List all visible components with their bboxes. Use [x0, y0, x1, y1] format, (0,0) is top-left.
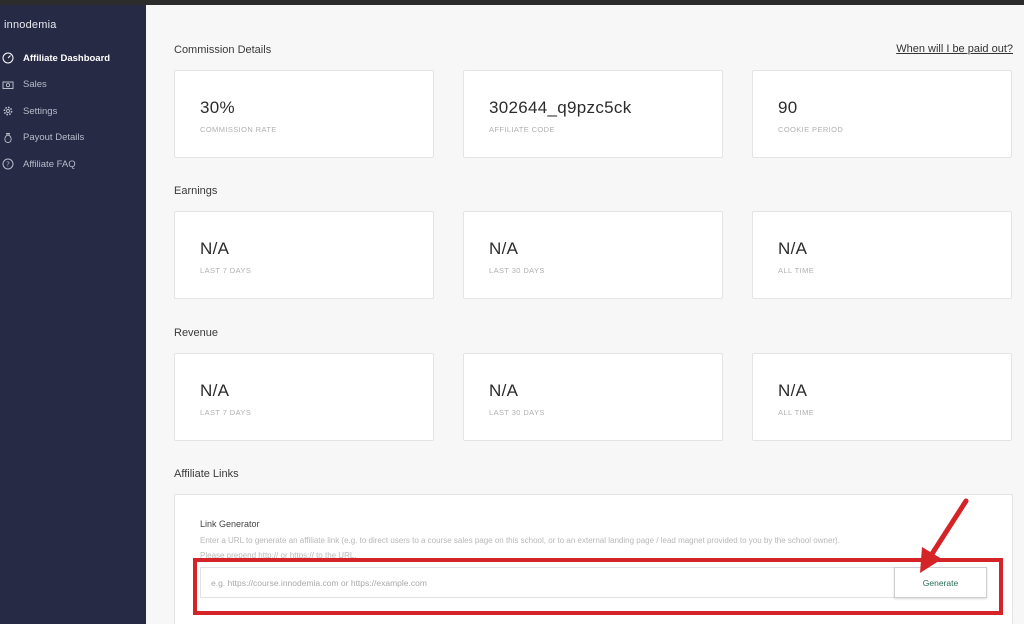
earnings-7-days-label: LAST 7 DAYS — [200, 266, 252, 275]
sidebar-item-label: Sales — [23, 79, 47, 91]
school-brand[interactable]: innodemia — [4, 19, 57, 31]
affiliate-code-card: 302644_q9pzc5ck AFFILIATE CODE — [463, 70, 723, 158]
earnings-all-time-label: ALL TIME — [778, 266, 815, 275]
revenue-30-days-value: N/A — [489, 381, 519, 400]
cookie-period-value: 90 — [778, 98, 798, 117]
earnings-30-days-card: N/A LAST 30 DAYS — [463, 211, 723, 299]
sidebar-nav: Affiliate Dashboard Sales Settings Payou… — [0, 45, 146, 178]
payout-timing-link[interactable]: When will I be paid out? — [896, 43, 1013, 55]
sidebar-item-settings[interactable]: Settings — [0, 98, 146, 125]
affiliate-code-label: AFFILIATE CODE — [489, 125, 555, 134]
sidebar: innodemia Affiliate Dashboard Sales Sett… — [0, 5, 146, 624]
earnings-all-time-card: N/A ALL TIME — [752, 211, 1012, 299]
revenue-heading: Revenue — [174, 327, 219, 339]
sidebar-item-payout-details[interactable]: Payout Details — [0, 125, 146, 152]
sidebar-item-affiliate-dashboard[interactable]: Affiliate Dashboard — [0, 45, 146, 72]
cookie-period-label: COOKIE PERIOD — [778, 125, 844, 134]
earnings-all-time-value: N/A — [778, 239, 808, 258]
sales-icon — [1, 78, 15, 92]
affiliate-url-input[interactable] — [200, 567, 896, 598]
svg-text:?: ? — [6, 161, 10, 169]
red-arrow-annotation — [920, 498, 969, 573]
money-bag-icon — [1, 131, 15, 145]
revenue-7-days-label: LAST 7 DAYS — [200, 408, 252, 417]
revenue-7-days-card: N/A LAST 7 DAYS — [174, 353, 434, 441]
earnings-heading: Earnings — [174, 185, 218, 197]
sidebar-item-sales[interactable]: Sales — [0, 72, 146, 99]
commission-rate-value: 30% — [200, 98, 235, 117]
affiliate-code-value: 302644_q9pzc5ck — [489, 98, 632, 117]
revenue-all-time-card: N/A ALL TIME — [752, 353, 1012, 441]
earnings-7-days-value: N/A — [200, 239, 230, 258]
commission-details-heading: Commission Details — [174, 44, 272, 56]
revenue-all-time-value: N/A — [778, 381, 808, 400]
main-content: Commission Details When will I be paid o… — [146, 5, 1024, 624]
revenue-7-days-value: N/A — [200, 381, 230, 400]
dashboard-icon — [1, 51, 15, 65]
link-generator-title: Link Generator — [200, 519, 260, 529]
revenue-30-days-label: LAST 30 DAYS — [489, 408, 545, 417]
affiliate-links-heading: Affiliate Links — [174, 468, 239, 480]
commission-rate-label: COMMISSION RATE — [200, 125, 277, 134]
sidebar-item-label: Affiliate Dashboard — [23, 52, 111, 64]
commission-rate-card: 30% COMMISSION RATE — [174, 70, 434, 158]
revenue-30-days-card: N/A LAST 30 DAYS — [463, 353, 723, 441]
sidebar-item-label: Payout Details — [23, 132, 85, 144]
gear-icon — [1, 104, 15, 118]
sidebar-item-affiliate-faq[interactable]: ? Affiliate FAQ — [0, 151, 146, 178]
help-icon: ? — [1, 157, 15, 171]
cookie-period-card: 90 COOKIE PERIOD — [752, 70, 1012, 158]
sidebar-item-label: Affiliate FAQ — [23, 158, 76, 170]
sidebar-item-label: Settings — [23, 105, 58, 117]
description-line-1: Enter a URL to generate an affiliate lin… — [200, 536, 840, 545]
earnings-30-days-value: N/A — [489, 239, 519, 258]
earnings-7-days-card: N/A LAST 7 DAYS — [174, 211, 434, 299]
revenue-all-time-label: ALL TIME — [778, 408, 815, 417]
earnings-30-days-label: LAST 30 DAYS — [489, 266, 545, 275]
